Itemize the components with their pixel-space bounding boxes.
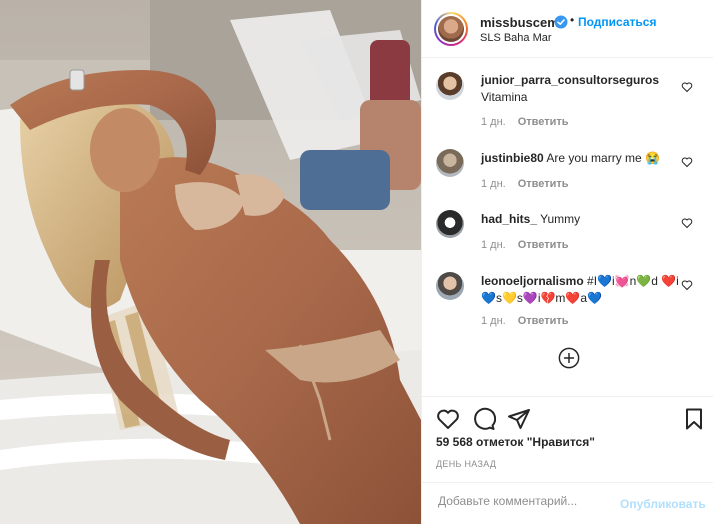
commenter-username[interactable]: had_hits_ [481, 212, 537, 226]
follow-button[interactable]: Подписаться [578, 15, 656, 29]
post-sidebar: missbuscemi • Подписаться SLS Baha Mar j… [421, 0, 713, 524]
post-time[interactable]: ДЕНЬ НАЗАД [436, 459, 496, 469]
comment-input[interactable] [436, 493, 620, 509]
reply-button[interactable]: Ответить [518, 239, 569, 251]
comment-like-heart-icon[interactable] [681, 156, 693, 168]
comment-age: 1 дн. [481, 116, 506, 128]
commenter-avatar[interactable] [436, 272, 464, 300]
comment-body: had_hits_ Yummy [481, 211, 681, 228]
add-comment-bar: Опубликовать [422, 482, 713, 524]
separator-dot: • [570, 13, 575, 27]
comment-age: 1 дн. [481, 315, 506, 327]
commenter-username[interactable]: leonoeljornalismo [481, 274, 584, 288]
comment-meta: 1 дн. Ответить [481, 178, 569, 190]
author-username[interactable]: missbuscemi [480, 15, 562, 30]
comment-like-heart-icon[interactable] [681, 81, 693, 93]
reply-button[interactable]: Ответить [518, 178, 569, 190]
comment-meta: 1 дн. Ответить [481, 116, 569, 128]
commenter-avatar[interactable] [436, 149, 464, 177]
comment-age: 1 дн. [481, 239, 506, 251]
post-photo[interactable] [0, 0, 421, 524]
bookmark-icon[interactable] [682, 407, 706, 431]
comment-meta: 1 дн. Ответить [481, 239, 569, 251]
likes-count[interactable]: 59 568 отметок "Нравится" [436, 435, 595, 449]
comment-like-heart-icon[interactable] [681, 279, 693, 291]
author-avatar[interactable] [434, 12, 468, 46]
publish-button[interactable]: Опубликовать [620, 497, 706, 511]
reply-button[interactable]: Ответить [518, 315, 569, 327]
paper-plane-icon[interactable] [507, 407, 531, 431]
comment-like-heart-icon[interactable] [681, 217, 693, 229]
comment-age: 1 дн. [481, 178, 506, 190]
commenter-avatar[interactable] [436, 210, 464, 238]
commenter-avatar[interactable] [436, 72, 464, 100]
plus-circle-icon[interactable] [558, 347, 580, 369]
comment-text: Yummy [540, 212, 581, 226]
comment-body: justinbie80 Are you marry me 😭 [481, 150, 681, 167]
comment-text: Are you marry me 😭 [546, 151, 660, 165]
commenter-username[interactable]: junior_parra_consultorseguros [481, 72, 681, 89]
post-image [0, 0, 421, 524]
post-header: missbuscemi • Подписаться SLS Baha Mar [422, 0, 713, 58]
reply-button[interactable]: Ответить [518, 116, 569, 128]
comment-bubble-icon[interactable] [472, 407, 496, 431]
comment-text: Vitamina [481, 90, 528, 104]
comment-body: junior_parra_consultorseguros Vitamina [481, 72, 681, 106]
comment-body: leonoeljornalismo #I💙i💓n💚d ❤️i💙s💛s💜i💔m❤️… [481, 273, 691, 307]
verified-badge-icon [554, 15, 568, 29]
heart-icon[interactable] [436, 407, 460, 431]
comment-meta: 1 дн. Ответить [481, 315, 569, 327]
commenter-username[interactable]: justinbie80 [481, 151, 544, 165]
post-location[interactable]: SLS Baha Mar [480, 32, 552, 44]
